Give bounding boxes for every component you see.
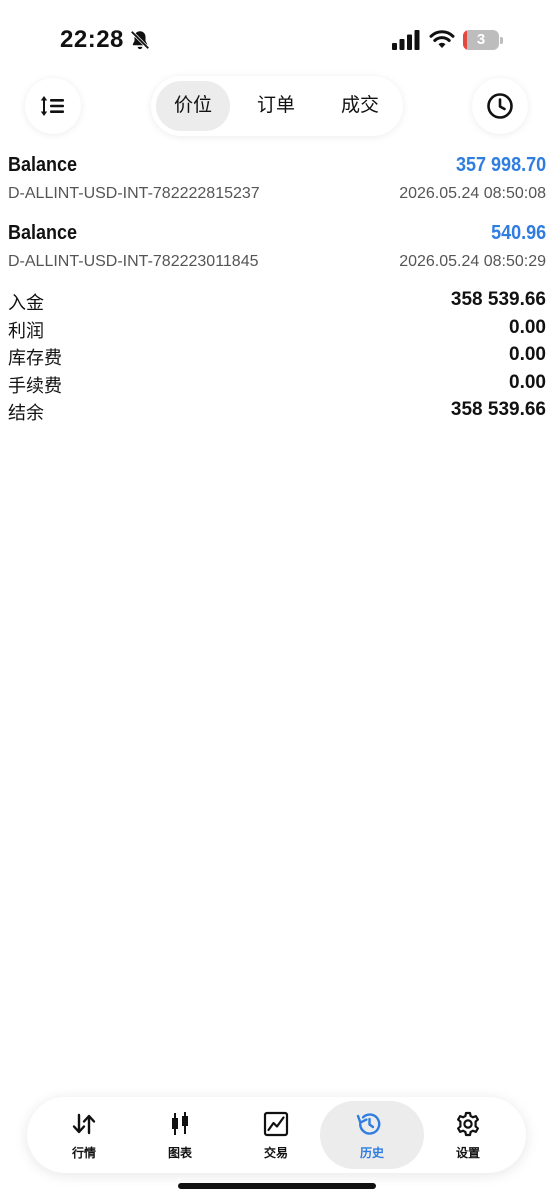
wifi-icon <box>429 30 455 48</box>
summary-label: 结余 <box>8 403 44 423</box>
tab-quotes[interactable]: 行情 <box>34 1097 134 1173</box>
segment-positions[interactable]: 价位 <box>156 81 230 131</box>
summary-row-profit: 利润 0.00 <box>8 316 546 344</box>
summary-label: 利润 <box>8 320 44 341</box>
deal-type: Balance <box>8 154 78 176</box>
deal-time: 2026.05.24 08:50:08 <box>399 185 546 202</box>
tab-trade[interactable]: 交易 <box>226 1097 326 1173</box>
deal-account: D-ALLINT-USD-INT-782223011845 <box>8 253 259 270</box>
battery-icon: 3 <box>463 30 503 50</box>
trade-chart-icon <box>263 1111 289 1137</box>
summary-label: 入金 <box>8 293 44 313</box>
tab-settings[interactable]: 设置 <box>418 1097 518 1173</box>
bottom-tab-bar: 行情 图表 交易 历史 设置 <box>27 1097 526 1173</box>
segment-deals[interactable]: 成交 <box>323 81 397 131</box>
summary-label: 手续费 <box>8 375 62 396</box>
quotes-arrows-icon <box>72 1113 96 1135</box>
segment-orders[interactable]: 订单 <box>239 81 313 131</box>
summary-row-commission: 手续费 0.00 <box>8 371 546 399</box>
tab-label: 设置 <box>455 1146 480 1160</box>
tab-label: 图表 <box>167 1146 192 1160</box>
candlestick-icon <box>172 1112 188 1135</box>
sort-button[interactable] <box>25 78 81 134</box>
home-indicator <box>178 1183 376 1189</box>
summary-value: 358 539.66 <box>450 399 546 420</box>
deal-amount: 540.96 <box>490 222 546 244</box>
tab-history[interactable]: 历史 <box>318 1097 424 1173</box>
summary-value: 0.00 <box>509 371 546 393</box>
summary-row-deposit: 入金 358 539.66 <box>8 288 546 316</box>
tab-label: 历史 <box>359 1146 384 1160</box>
tab-label: 交易 <box>263 1146 288 1160</box>
history-icon <box>356 1113 381 1135</box>
summary-block: 入金 358 539.66 利润 0.00 库存费 0.00 手续费 0.00 … <box>8 288 546 426</box>
deal-type: Balance <box>8 222 78 244</box>
view-segmented-control: 价位 订单 成交 <box>151 76 403 136</box>
status-time: 22:28 <box>60 26 124 53</box>
deal-row[interactable]: Balance 357 998.70 D-ALLINT-USD-INT-7822… <box>8 154 546 210</box>
period-button[interactable] <box>472 78 528 134</box>
status-bar: 22:28 3 <box>0 0 553 80</box>
battery-level: 3 <box>476 31 486 48</box>
summary-value: 0.00 <box>509 344 546 365</box>
tab-label: 行情 <box>71 1146 96 1160</box>
summary-row-swap: 库存费 0.00 <box>8 343 546 371</box>
tab-chart[interactable]: 图表 <box>130 1097 230 1173</box>
deal-account: D-ALLINT-USD-INT-782222815237 <box>8 185 260 202</box>
deal-time: 2026.05.24 08:50:29 <box>399 253 546 270</box>
bell-slash-icon <box>130 30 150 50</box>
summary-row-balance: 结余 358 539.66 <box>8 398 546 426</box>
clock-icon <box>487 93 513 119</box>
summary-value: 358 539.66 <box>450 289 546 310</box>
summary-value: 0.00 <box>509 316 546 338</box>
summary-label: 库存费 <box>8 348 62 368</box>
deal-amount: 357 998.70 <box>455 154 546 176</box>
sort-icon <box>40 96 64 116</box>
deal-row[interactable]: Balance 540.96 D-ALLINT-USD-INT-78222301… <box>8 222 546 278</box>
gear-icon <box>457 1111 479 1137</box>
cellular-signal-icon <box>392 30 420 50</box>
